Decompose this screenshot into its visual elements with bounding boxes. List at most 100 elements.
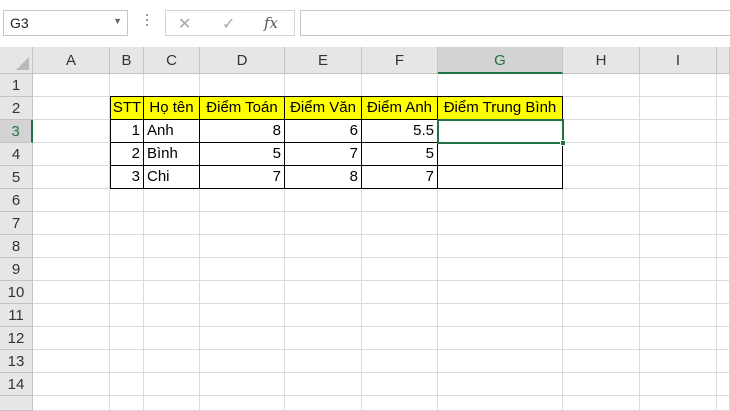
column-header-e[interactable]: E — [285, 47, 362, 74]
column-header-b[interactable]: B — [110, 47, 144, 74]
grid-cell[interactable] — [640, 97, 717, 120]
column-header-i[interactable]: I — [640, 47, 717, 74]
dropdown-arrow-icon[interactable]: ▼ — [113, 16, 122, 26]
grid-cell[interactable] — [110, 327, 144, 350]
grid-cell[interactable] — [717, 235, 730, 258]
grid-cell[interactable] — [200, 258, 285, 281]
grid-cell[interactable] — [285, 212, 362, 235]
table-cell-literature[interactable]: 7 — [285, 143, 362, 166]
table-cell-stt[interactable]: 1 — [110, 120, 144, 143]
grid-cell[interactable] — [563, 281, 640, 304]
table-header-english[interactable]: Điểm Anh — [362, 96, 438, 120]
grid-cell[interactable] — [717, 143, 730, 166]
grid-cell[interactable] — [717, 304, 730, 327]
grid-cell[interactable] — [563, 143, 640, 166]
grid-cell[interactable] — [110, 189, 144, 212]
column-header-f[interactable]: F — [362, 47, 438, 74]
active-cell-selection[interactable] — [437, 119, 564, 144]
grid-cell[interactable] — [33, 396, 110, 411]
row-header-11[interactable]: 11 — [0, 304, 33, 327]
grid-cell[interactable] — [285, 235, 362, 258]
grid-cell[interactable] — [563, 97, 640, 120]
grid-cell[interactable] — [438, 281, 563, 304]
grid-cell[interactable] — [144, 304, 200, 327]
grid-cell[interactable] — [285, 373, 362, 396]
grid-cell[interactable] — [200, 189, 285, 212]
grid-cell[interactable] — [438, 304, 563, 327]
grid-cell[interactable] — [563, 327, 640, 350]
row-header-6[interactable]: 6 — [0, 189, 33, 212]
grid-cell[interactable] — [438, 212, 563, 235]
grid-cell[interactable] — [200, 350, 285, 373]
grid-cell[interactable] — [563, 120, 640, 143]
grid-cell[interactable] — [200, 74, 285, 97]
grid-cell[interactable] — [717, 166, 730, 189]
grid-cell[interactable] — [144, 74, 200, 97]
grid-cell[interactable] — [563, 373, 640, 396]
table-cell-math[interactable]: 8 — [200, 120, 285, 143]
grid-cell[interactable] — [717, 373, 730, 396]
column-header-g[interactable]: G — [438, 47, 563, 74]
grid-cell[interactable] — [285, 189, 362, 212]
grid-cell[interactable] — [362, 304, 438, 327]
grid-cell[interactable] — [438, 396, 563, 411]
grid-cell[interactable] — [285, 304, 362, 327]
grid-cell[interactable] — [563, 304, 640, 327]
grid-cell[interactable] — [563, 258, 640, 281]
grid-cell[interactable] — [144, 212, 200, 235]
grid-cell[interactable] — [33, 281, 110, 304]
table-cell-math[interactable]: 7 — [200, 166, 285, 189]
grid-cell[interactable] — [362, 396, 438, 411]
grid-cell[interactable] — [563, 166, 640, 189]
grid-cell[interactable] — [33, 166, 110, 189]
grid-cell[interactable] — [110, 373, 144, 396]
grid-cell[interactable] — [362, 235, 438, 258]
name-box[interactable]: G3 ▼ — [3, 10, 128, 36]
grid-cell[interactable] — [362, 212, 438, 235]
row-header-14[interactable]: 14 — [0, 373, 33, 396]
select-all-button[interactable] — [0, 47, 33, 74]
grid-cell[interactable] — [285, 258, 362, 281]
grid-cell[interactable] — [33, 327, 110, 350]
grid-cell[interactable] — [563, 74, 640, 97]
grid-cell[interactable] — [110, 212, 144, 235]
grid-cell[interactable] — [144, 281, 200, 304]
grid-cell[interactable] — [33, 97, 110, 120]
grid-cell[interactable] — [563, 235, 640, 258]
grid-cell[interactable] — [640, 396, 717, 411]
row-header-12[interactable]: 12 — [0, 327, 33, 350]
grid-cell[interactable] — [362, 373, 438, 396]
grid-cell[interactable] — [717, 281, 730, 304]
table-header-literature[interactable]: Điểm Văn — [285, 96, 362, 120]
row-header-5[interactable]: 5 — [0, 166, 33, 189]
grid-cell[interactable] — [362, 74, 438, 97]
grid-cell[interactable] — [33, 189, 110, 212]
column-header-a[interactable]: A — [33, 47, 110, 74]
grid-cell[interactable] — [438, 258, 563, 281]
grid-cell[interactable] — [200, 327, 285, 350]
grid-cell[interactable] — [640, 281, 717, 304]
row-header-10[interactable]: 10 — [0, 281, 33, 304]
grid-cell[interactable] — [110, 235, 144, 258]
grid-cell[interactable] — [144, 258, 200, 281]
grid-cell[interactable] — [717, 97, 730, 120]
grid-cell[interactable] — [640, 304, 717, 327]
grid-cell[interactable] — [33, 304, 110, 327]
grid-cell[interactable] — [285, 74, 362, 97]
grid-cell[interactable] — [640, 258, 717, 281]
grid-cell[interactable] — [33, 212, 110, 235]
grid-cell[interactable] — [640, 350, 717, 373]
grid-cell[interactable] — [110, 74, 144, 97]
row-header-next[interactable] — [0, 396, 33, 411]
grid-cell[interactable] — [640, 189, 717, 212]
table-cell-math[interactable]: 5 — [200, 143, 285, 166]
grid-cell[interactable] — [33, 74, 110, 97]
grid-cell[interactable] — [717, 212, 730, 235]
grid-cell[interactable] — [438, 74, 563, 97]
grid-cell[interactable] — [717, 74, 730, 97]
grid-cell[interactable] — [362, 350, 438, 373]
grid-cell[interactable] — [717, 396, 730, 411]
column-header-d[interactable]: D — [200, 47, 285, 74]
grid-cell[interactable] — [144, 327, 200, 350]
grid-cell[interactable] — [438, 235, 563, 258]
